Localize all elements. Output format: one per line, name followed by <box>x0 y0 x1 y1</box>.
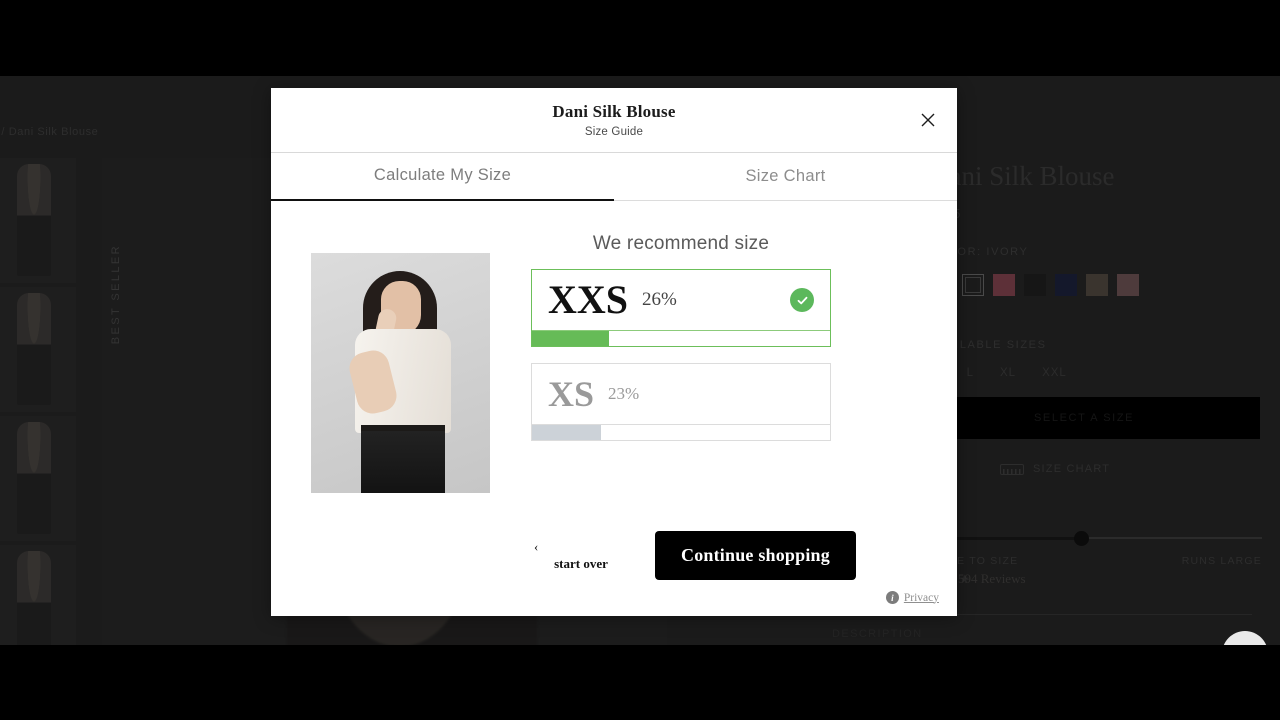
modal-tabs: Calculate My Size Size Chart <box>271 153 957 201</box>
screen: Home / Dani Silk Blouse BEST SELLER Dani… <box>0 0 1280 720</box>
size-option-l[interactable]: L <box>967 367 974 379</box>
swatch-burgundy[interactable] <box>993 274 1015 296</box>
modal-body: We recommend size XXS 26% XS 23% ‹ start… <box>271 201 957 616</box>
letterbox-bottom <box>0 645 1280 720</box>
thumbnail-item[interactable] <box>0 287 76 412</box>
swatch-mauve[interactable] <box>1117 274 1139 296</box>
modal-header: Dani Silk Blouse Size Guide <box>271 88 957 153</box>
check-glyph <box>797 296 807 304</box>
size-option-xxl[interactable]: XXL <box>1042 367 1067 379</box>
info-icon: i <box>885 591 899 604</box>
chevron-left-icon: ‹ <box>534 539 539 555</box>
best-seller-badge: BEST SELLER <box>110 244 122 345</box>
thumbnail-image <box>17 293 51 405</box>
modal-actions: ‹ start over Continue shopping <box>531 531 856 580</box>
close-icon[interactable] <box>913 105 943 135</box>
reviews-count[interactable]: 594 Reviews <box>958 571 1026 587</box>
recommended-size-percent: 26% <box>642 289 677 310</box>
color-swatches[interactable] <box>962 274 1139 296</box>
chat-bubble-icon[interactable] <box>1222 631 1268 645</box>
alternate-size-percent: 23% <box>608 384 640 403</box>
start-over-button[interactable]: ‹ start over <box>531 539 631 572</box>
tab-size-chart[interactable]: Size Chart <box>614 153 957 201</box>
breadcrumb[interactable]: Home / Dani Silk Blouse <box>0 126 98 138</box>
size-guide-modal: Dani Silk Blouse Size Guide Calculate My… <box>271 88 957 616</box>
ruler-icon <box>1000 463 1024 475</box>
thumbnail-strip[interactable] <box>0 158 76 645</box>
start-over-label: start over <box>554 555 608 571</box>
alternate-size-label: XS <box>548 374 595 414</box>
confidence-bar <box>532 424 830 440</box>
check-circle-icon <box>790 288 814 312</box>
confidence-bar-fill <box>532 425 601 440</box>
size-chart-link[interactable]: SIZE CHART <box>1000 463 1110 475</box>
swatch-ivory[interactable] <box>962 274 984 296</box>
thumbnail-item[interactable] <box>0 416 76 541</box>
privacy-link[interactable]: Privacy <box>904 592 939 604</box>
modal-title: Dani Silk Blouse <box>552 102 676 121</box>
tab-calculate-my-size[interactable]: Calculate My Size <box>271 153 614 201</box>
confidence-bar <box>532 330 830 346</box>
thumbnail-item[interactable] <box>0 158 76 283</box>
letterbox-top <box>0 0 1280 76</box>
recommendation-panel: We recommend size XXS 26% XS 23% <box>531 233 831 457</box>
privacy-row[interactable]: i Privacy <box>885 591 939 604</box>
fit-label-right: RUNS LARGE <box>1181 555 1262 567</box>
size-recommendation-card-secondary[interactable]: XS 23% <box>531 363 831 441</box>
add-to-bag-button[interactable]: SELECT A SIZE <box>930 397 1260 439</box>
fit-slider-knob[interactable] <box>1074 531 1089 546</box>
close-glyph <box>921 113 935 127</box>
photo-pants <box>361 431 445 493</box>
swatch-print[interactable] <box>1086 274 1108 296</box>
confidence-bar-fill <box>532 331 610 346</box>
size-option-xl[interactable]: XL <box>1000 367 1016 379</box>
product-title: Dani Silk Blouse <box>930 161 1115 191</box>
swatch-navy[interactable] <box>1055 274 1077 296</box>
size-chart-label: SIZE CHART <box>1033 463 1111 475</box>
thumbnail-image <box>17 164 51 276</box>
description-section-label[interactable]: DESCRIPTION <box>832 628 923 640</box>
recommended-size-label: XXS <box>548 277 629 322</box>
swatch-black[interactable] <box>1024 274 1046 296</box>
size-recommendation-card-primary[interactable]: XXS 26% <box>531 269 831 347</box>
modal-subtitle: Size Guide <box>584 126 644 138</box>
thumbnail-image <box>17 422 51 534</box>
recommend-heading: We recommend size <box>592 233 770 254</box>
continue-shopping-button[interactable]: Continue shopping <box>655 531 856 580</box>
model-photo <box>311 253 490 493</box>
thumbnail-item[interactable] <box>0 545 76 645</box>
thumbnail-image <box>17 551 51 645</box>
